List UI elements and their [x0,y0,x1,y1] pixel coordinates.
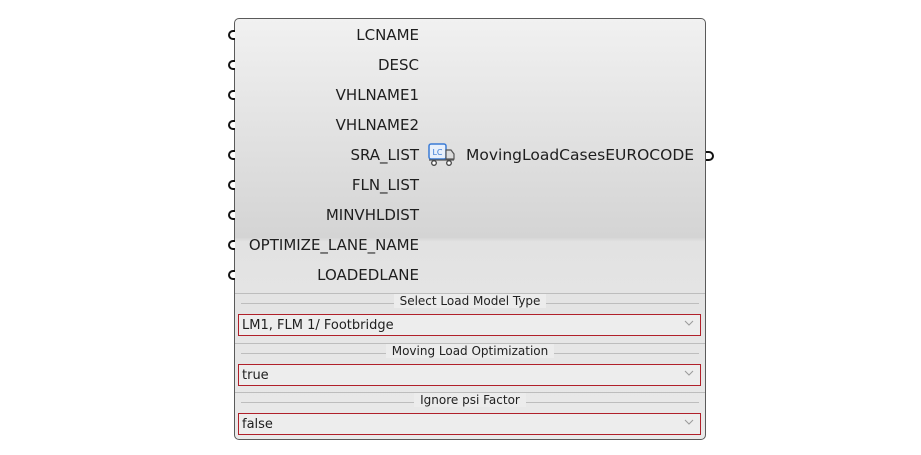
input-grip[interactable] [228,240,235,250]
input-label: DESC [377,56,419,74]
input-grip[interactable] [228,60,235,70]
input-fln-list[interactable]: FLN_LIST [228,172,419,198]
input-grip[interactable] [228,90,235,100]
input-grip[interactable] [228,180,235,190]
grasshopper-component[interactable]: LCNAME DESC VHLNAME1 VHLNAME2 SRA_LIST F… [228,18,714,440]
dropdown-value: true [242,368,269,383]
input-label: SRA_LIST [350,146,419,164]
input-optimize-lane-name[interactable]: OPTIMIZE_LANE_NAME [228,232,419,258]
input-vhlname2[interactable]: VHLNAME2 [228,112,419,138]
input-grip[interactable] [228,120,235,130]
psi-factor-dropdown[interactable]: false [238,413,701,435]
input-label: VHLNAME1 [335,86,419,104]
section-header: Select Load Model Type [235,293,705,312]
input-sra-list[interactable]: SRA_LIST [228,142,419,168]
input-grip[interactable] [228,150,235,160]
section-header: Ignore psi Factor [235,392,705,411]
input-grip[interactable] [228,210,235,220]
input-label: OPTIMIZE_LANE_NAME [248,236,419,254]
optimization-dropdown[interactable]: true [238,364,701,386]
dropdown-value: LM1, FLM 1/ Footbridge [242,318,394,333]
lc-icon-text: LC [432,148,442,157]
dropdown-value: false [242,417,273,432]
section-psi-factor: Ignore psi Factor false [235,392,705,435]
section-header: Moving Load Optimization [235,343,705,362]
lc-truck-icon: LC [428,142,456,168]
section-title: Ignore psi Factor [414,393,526,407]
input-label: LOADEDLANE [317,266,419,284]
input-desc[interactable]: DESC [228,52,419,78]
input-label: MINVHLDIST [325,206,419,224]
load-model-dropdown[interactable]: LM1, FLM 1/ Footbridge [238,314,701,336]
section-title: Moving Load Optimization [385,344,555,358]
section-optimization: Moving Load Optimization true [235,343,705,386]
input-minvhldist[interactable]: MINVHLDIST [228,202,419,228]
input-label: LCNAME [356,26,419,44]
chevron-down-icon [684,320,694,326]
input-grip[interactable] [228,270,235,280]
input-label: VHLNAME2 [335,116,419,134]
input-label: FLN_LIST [351,176,419,194]
output-grip[interactable] [706,151,714,161]
input-grip[interactable] [228,30,235,40]
component-title: MovingLoadCasesEUROCODE [466,146,695,164]
input-vhlname1[interactable]: VHLNAME1 [228,82,419,108]
section-load-model: Select Load Model Type LM1, FLM 1/ Footb… [235,293,705,336]
section-title: Select Load Model Type [393,294,547,308]
input-lcname[interactable]: LCNAME [228,22,419,48]
chevron-down-icon [684,370,694,376]
input-loadedlane[interactable]: LOADEDLANE [228,262,419,288]
component-center: LC MovingLoadCasesEUROCODE [428,141,694,169]
chevron-down-icon [684,419,694,425]
